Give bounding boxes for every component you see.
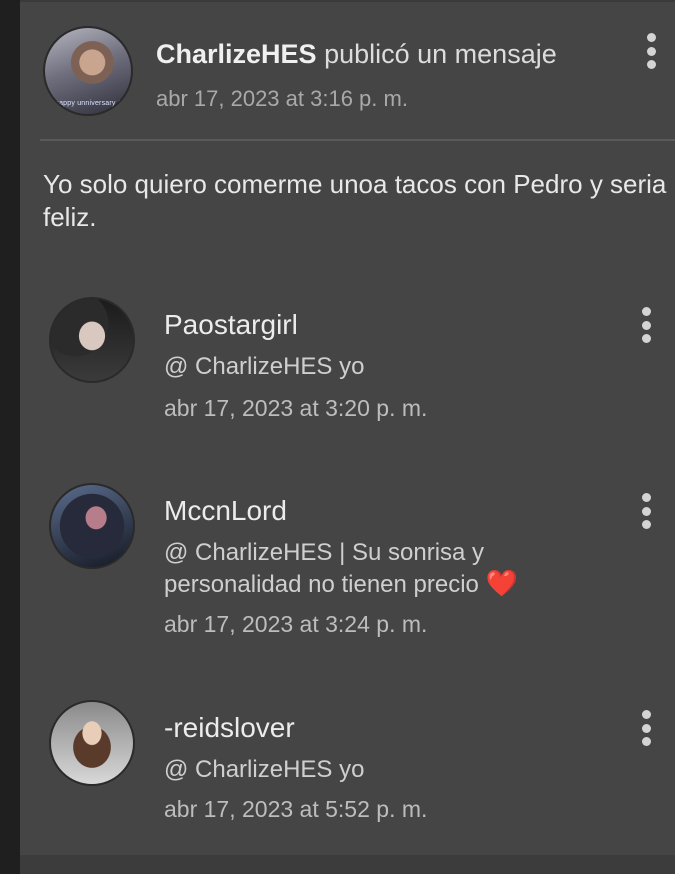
comment-item: -reidslover @ CharlizeHES yo abr 17, 202… bbox=[20, 700, 675, 840]
divider bbox=[40, 139, 675, 141]
comment-timestamp: abr 17, 2023 at 5:52 p. m. bbox=[164, 796, 428, 822]
bottom-bar bbox=[20, 855, 675, 874]
left-edge bbox=[0, 0, 20, 874]
comment-avatar[interactable] bbox=[49, 297, 135, 383]
comment-timestamp: abr 17, 2023 at 3:24 p. m. bbox=[164, 611, 428, 637]
post-more-options-icon[interactable] bbox=[644, 33, 658, 69]
comment-text: @ CharlizeHES | Su sonrisa y personalida… bbox=[164, 539, 485, 598]
comment-username[interactable]: -reidslover bbox=[164, 712, 295, 744]
post-author-line: CharlizeHES publicó un mensaje bbox=[156, 39, 557, 70]
comment-item: MccnLord @ CharlizeHES | Su sonrisa y pe… bbox=[20, 483, 675, 653]
post-author-name[interactable]: CharlizeHES bbox=[156, 39, 317, 69]
comment-text: @ CharlizeHES yo bbox=[164, 756, 365, 783]
post-card: happy unniversary #6. CharlizeHES public… bbox=[20, 0, 675, 874]
comment-avatar[interactable] bbox=[49, 483, 135, 569]
avatar-caption: happy unniversary #6. bbox=[55, 100, 129, 107]
author-avatar[interactable]: happy unniversary #6. bbox=[43, 26, 133, 116]
comment-text: @ CharlizeHES yo bbox=[164, 353, 365, 380]
comment-timestamp: abr 17, 2023 at 3:20 p. m. bbox=[164, 395, 428, 421]
comment-avatar[interactable] bbox=[49, 700, 135, 786]
comment-more-options-icon[interactable] bbox=[639, 307, 653, 343]
post-body: Yo solo quiero comerme unoa tacos con Pe… bbox=[43, 169, 667, 232]
comment-username[interactable]: MccnLord bbox=[164, 495, 287, 527]
comment-more-options-icon[interactable] bbox=[639, 493, 653, 529]
heart-emoji-icon: ❤️ bbox=[485, 568, 518, 598]
post-action: publicó un mensaje bbox=[324, 39, 557, 69]
comment-item: Paostargirl @ CharlizeHES yo abr 17, 202… bbox=[20, 297, 675, 437]
comment-username[interactable]: Paostargirl bbox=[164, 309, 298, 341]
post-header: happy unniversary #6. CharlizeHES public… bbox=[20, 2, 675, 140]
post-timestamp: abr 17, 2023 at 3:16 p. m. bbox=[156, 86, 408, 111]
comment-text-wrap: @ CharlizeHES | Su sonrisa y personalida… bbox=[164, 537, 594, 600]
comment-more-options-icon[interactable] bbox=[639, 710, 653, 746]
